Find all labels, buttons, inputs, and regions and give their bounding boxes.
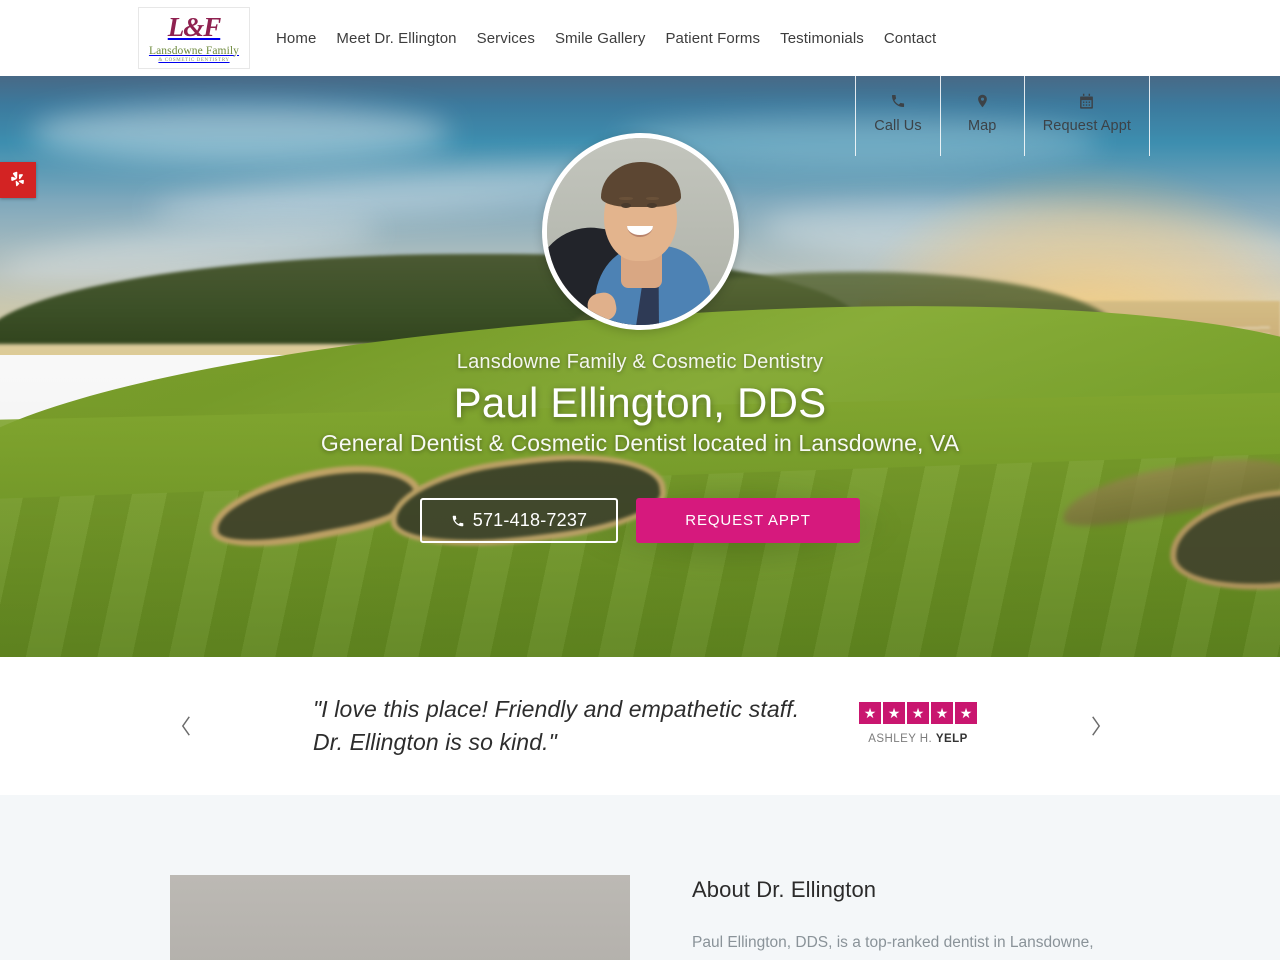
testimonial-quote: "I love this place! Friendly and empathe… [313, 696, 800, 755]
testimonial-author: ASHLEY H. [868, 733, 933, 745]
hero-quick-actions: Call Us Map Request Appt [855, 76, 1150, 156]
hero-request-appt-button[interactable]: REQUEST APPT [636, 498, 860, 543]
hero-eyebrow: Lansdowne Family & Cosmetic Dentistry [456, 351, 824, 373]
testimonial-attribution: ASHLEY H. YELP [859, 733, 977, 745]
carousel-prev-button[interactable] [166, 706, 206, 746]
testimonial-carousel: "I love this place! Friendly and empathe… [0, 657, 1280, 795]
quick-action-map[interactable]: Map [939, 76, 1024, 156]
nav-item-contact[interactable]: Contact [874, 24, 946, 53]
phone-icon [890, 90, 906, 112]
about-title: About Dr. Ellington [692, 877, 877, 902]
chevron-right-icon [1091, 716, 1100, 736]
doctor-portrait [541, 133, 739, 330]
hero-phone-label: 571-418-7237 [472, 510, 588, 530]
main-navigation: Home Meet Dr. Ellington Services Smile G… [266, 24, 946, 53]
site-logo[interactable]: L&F Lansdowne Family & COSMETIC DENTISTR… [138, 7, 250, 69]
site-header: L&F Lansdowne Family & COSMETIC DENTISTR… [0, 0, 1280, 76]
nav-item-home[interactable]: Home [266, 24, 326, 53]
quick-action-label: Map [967, 118, 997, 134]
nav-item-services[interactable]: Services [467, 24, 545, 53]
about-section: About Dr. Ellington Paul Ellington, DDS,… [0, 795, 1280, 960]
map-pin-icon [975, 90, 990, 112]
nav-item-patient-forms[interactable]: Patient Forms [655, 24, 770, 53]
chevron-left-icon [181, 716, 190, 736]
star-icon: ★ [955, 702, 977, 724]
star-rating: ★ ★ ★ ★ ★ [859, 702, 977, 724]
hero-phone-button[interactable]: 571-418-7237 [420, 498, 618, 543]
quick-action-call-us[interactable]: Call Us [855, 76, 939, 156]
yelp-badge-button[interactable] [0, 162, 36, 198]
hero-subtitle: General Dentist & Cosmetic Dentist locat… [320, 430, 960, 456]
testimonial-source: YELP [935, 733, 968, 745]
logo-practice-name: Lansdowne Family [148, 44, 240, 57]
nav-item-meet-dr-ellington[interactable]: Meet Dr. Ellington [326, 24, 466, 53]
logo-tagline: & COSMETIC DENTISTRY [158, 57, 230, 63]
logo-monogram: L&F [167, 11, 222, 42]
star-icon: ★ [883, 702, 905, 724]
star-icon: ★ [907, 702, 929, 724]
quick-action-label: Request Appt [1042, 118, 1131, 134]
hero-banner: Call Us Map Request Appt Lansdowne Famil… [0, 76, 1280, 657]
star-icon: ★ [859, 702, 881, 724]
yelp-burst-icon [11, 171, 24, 187]
testimonial-rating-block: ★ ★ ★ ★ ★ ASHLEY H. YELP [859, 693, 977, 745]
star-icon: ★ [931, 702, 953, 724]
quick-action-request-appt[interactable]: Request Appt [1023, 76, 1150, 156]
hero-title: Paul Ellington, DDS [453, 379, 827, 426]
hero-cta-group: 571-418-7237 REQUEST APPT [420, 498, 860, 543]
nav-item-testimonials[interactable]: Testimonials [770, 24, 874, 53]
carousel-next-button[interactable] [1075, 706, 1115, 746]
nav-item-smile-gallery[interactable]: Smile Gallery [545, 24, 656, 53]
about-body-text: Paul Ellington, DDS, is a top-ranked den… [692, 934, 1094, 951]
team-photo [170, 875, 630, 960]
quick-action-label: Call Us [874, 118, 922, 134]
phone-icon [451, 514, 465, 528]
calendar-icon [1078, 90, 1095, 112]
